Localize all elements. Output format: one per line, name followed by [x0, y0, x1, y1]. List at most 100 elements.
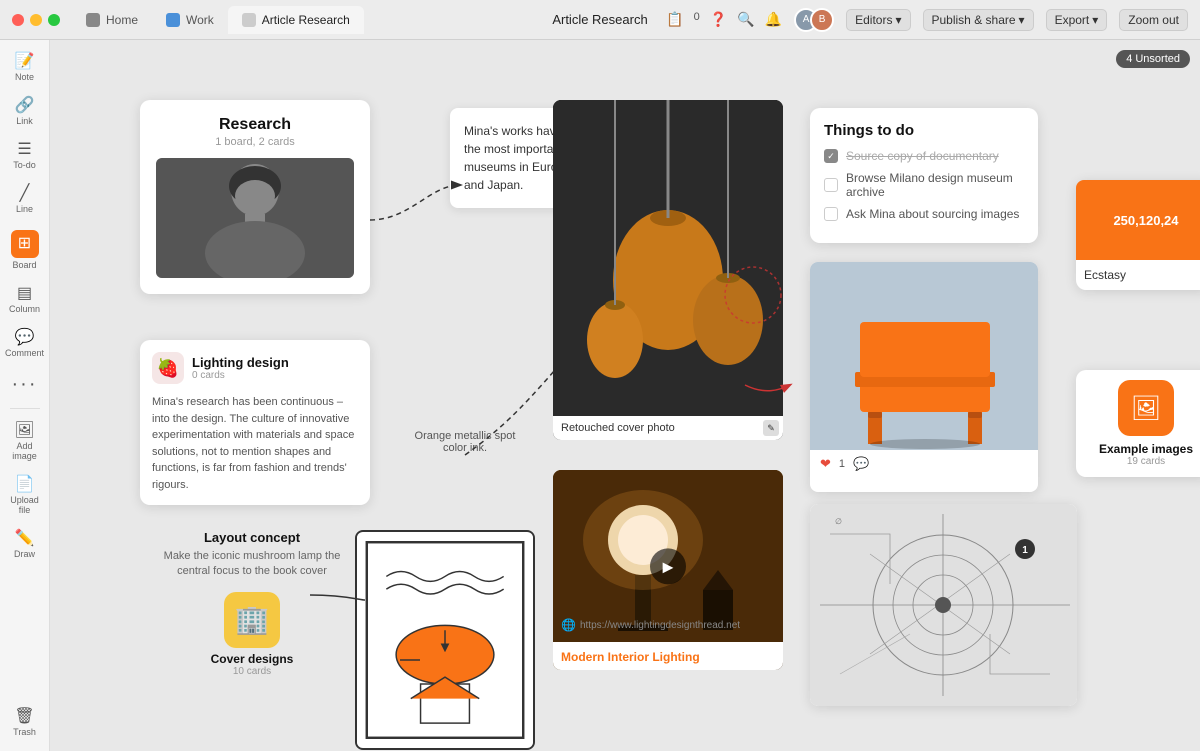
column-icon: ▤	[17, 286, 32, 302]
chair-card[interactable]: ❤ 1 💬	[810, 262, 1038, 492]
sidebar-item-more[interactable]: ···	[3, 368, 47, 400]
lighting-title: Lighting design	[192, 355, 289, 370]
sidebar-item-comment-label: Comment	[5, 348, 44, 358]
layout-concept-title: Layout concept	[162, 530, 342, 545]
sidebar-item-comment[interactable]: 💬 Comment	[3, 324, 47, 364]
doc-count: 0	[694, 11, 700, 28]
sidebar-item-trash[interactable]: 🗑 Trash	[3, 703, 47, 743]
sidebar-item-draw[interactable]: ✏️ Draw	[3, 525, 47, 565]
comment-icon: 💬	[15, 330, 35, 346]
sidebar-item-board-label: Board	[12, 260, 36, 270]
avatar-group: A B	[794, 8, 834, 32]
lighting-card-header: 🍓 Lighting design 0 cards	[152, 352, 358, 384]
cover-design-icon[interactable]: 🏢	[224, 592, 280, 648]
research-card-title: Research	[156, 116, 354, 134]
swatch-label: Ecstasy	[1076, 260, 1200, 290]
sidebar-item-draw-label: Draw	[14, 549, 35, 559]
svg-text:1: 1	[1022, 545, 1028, 556]
sidebar-item-todo[interactable]: ☰ To-do	[3, 136, 47, 176]
sidebar-item-link-label: Link	[16, 116, 33, 126]
sidebar-item-addimage[interactable]: 🖼 Add image	[3, 417, 47, 467]
page-title: Article Research	[552, 12, 647, 27]
traffic-lights	[12, 14, 60, 26]
cover-design-count: 10 cards	[162, 666, 342, 677]
sidebar: 📝 Note 🔗 Link ☰ To-do ╱ Line ⊞ Board ▤ C…	[0, 40, 50, 751]
cover-design-label: Cover designs	[162, 652, 342, 666]
link-url-row: 🌐 https://www.lightingdesignthread.net	[561, 618, 775, 632]
globe-icon: 🌐	[561, 618, 576, 632]
sidebar-item-uploadfile[interactable]: 📄 Upload file	[3, 471, 47, 521]
help-icon[interactable]: ❓	[710, 11, 727, 28]
uploadfile-icon: 📄	[15, 477, 35, 493]
sidebar-item-link[interactable]: 🔗 Link	[3, 92, 47, 132]
document-icon[interactable]: 📋	[666, 11, 683, 28]
sidebar-item-todo-label: To-do	[13, 160, 36, 170]
zoom-out-button[interactable]: Zoom out	[1119, 9, 1188, 31]
todo-checkbox-2[interactable]	[824, 178, 838, 192]
lighting-card[interactable]: 🍓 Lighting design 0 cards Mina's researc…	[140, 340, 370, 505]
todo-checkbox-3[interactable]	[824, 207, 838, 221]
titlebar-right: 📋 0 ❓ 🔍 🔔 A B Editors ▾ Publish & share …	[666, 8, 1188, 32]
lamp-photo-card[interactable]: Retouched cover photo ✎	[553, 100, 783, 440]
note-icon: 📝	[15, 54, 35, 70]
notification-icon[interactable]: 🔔	[765, 11, 782, 28]
todo-item-3[interactable]: Ask Mina about sourcing images	[824, 207, 1024, 221]
chevron-down-icon: ▾	[1092, 13, 1098, 27]
todo-text-3: Ask Mina about sourcing images	[846, 207, 1019, 221]
example-images-card[interactable]: 🖼 Example images 19 cards	[1076, 370, 1200, 477]
tab-bar: Home Work Article Research	[72, 6, 364, 34]
todo-checkbox-1[interactable]: ✓	[824, 149, 838, 163]
lamp-caption-text: Retouched cover photo	[561, 422, 675, 434]
sketch-card	[355, 530, 535, 750]
publish-share-button[interactable]: Publish & share ▾	[923, 9, 1034, 31]
lamp-background	[553, 100, 783, 440]
color-swatch-card[interactable]: 250,120,24 Ecstasy	[1076, 180, 1200, 290]
search-icon[interactable]: 🔍	[737, 11, 754, 28]
sidebar-item-column[interactable]: ▤ Column	[3, 280, 47, 320]
heart-count: 1	[839, 458, 845, 470]
interior-photo-card[interactable]: ▶ 🌐 https://www.lightingdesignthread.net…	[553, 470, 783, 670]
interior-background: ▶	[553, 470, 783, 670]
editors-button[interactable]: Editors ▾	[846, 9, 910, 31]
layout-concept-desc: Make the iconic mushroom lamp the centra…	[162, 549, 342, 580]
board-icon: ⊞	[11, 230, 39, 258]
play-button[interactable]: ▶	[650, 548, 686, 584]
tab-article-label: Article Research	[262, 13, 350, 27]
sidebar-item-note-label: Note	[15, 72, 34, 82]
unsorted-badge[interactable]: 4 Unsorted	[1116, 50, 1190, 68]
canvas: 4 Unsorted Research 1 boar	[50, 40, 1200, 751]
lighting-description: Mina's research has been continuous – in…	[152, 394, 358, 493]
tab-work[interactable]: Work	[152, 6, 228, 34]
todo-card[interactable]: Things to do ✓ Source copy of documentar…	[810, 108, 1038, 243]
todo-icon: ☰	[17, 142, 31, 158]
sidebar-item-line[interactable]: ╱ Line	[3, 180, 47, 220]
lamp-photo-caption: Retouched cover photo ✎	[553, 416, 783, 440]
todo-item-2[interactable]: Browse Milano design museum archive	[824, 171, 1024, 199]
tab-home[interactable]: Home	[72, 6, 152, 34]
sidebar-item-note[interactable]: 📝 Note	[3, 48, 47, 88]
line-icon: ╱	[20, 186, 30, 202]
sidebar-item-uploadfile-label: Upload file	[7, 495, 43, 515]
tab-home-label: Home	[106, 13, 138, 27]
research-card[interactable]: Research 1 board, 2 cards	[140, 100, 370, 294]
minimize-button[interactable]	[30, 14, 42, 26]
app: 📝 Note 🔗 Link ☰ To-do ╱ Line ⊞ Board ▤ C…	[0, 40, 1200, 751]
research-card-subtitle: 1 board, 2 cards	[156, 136, 354, 148]
more-icon: ···	[12, 374, 38, 394]
export-button[interactable]: Export ▾	[1046, 9, 1108, 31]
avatar-2: B	[810, 8, 834, 32]
addimage-icon: 🖼	[14, 423, 34, 439]
swatch-color-value: 250,120,24	[1113, 213, 1178, 228]
todo-item-1[interactable]: ✓ Source copy of documentary	[824, 149, 1024, 163]
close-button[interactable]	[12, 14, 24, 26]
tab-article-research[interactable]: Article Research	[228, 6, 364, 34]
maximize-button[interactable]	[48, 14, 60, 26]
lighting-subtitle: 0 cards	[192, 370, 289, 381]
trash-icon: 🗑	[14, 709, 34, 725]
chevron-down-icon: ▾	[1019, 13, 1025, 27]
sidebar-item-board[interactable]: ⊞ Board	[3, 224, 47, 276]
sidebar-item-trash-label: Trash	[13, 727, 36, 737]
layout-concept: Layout concept Make the iconic mushroom …	[162, 530, 342, 677]
sidebar-item-line-label: Line	[16, 204, 33, 214]
swatch-color: 250,120,24	[1076, 180, 1200, 260]
